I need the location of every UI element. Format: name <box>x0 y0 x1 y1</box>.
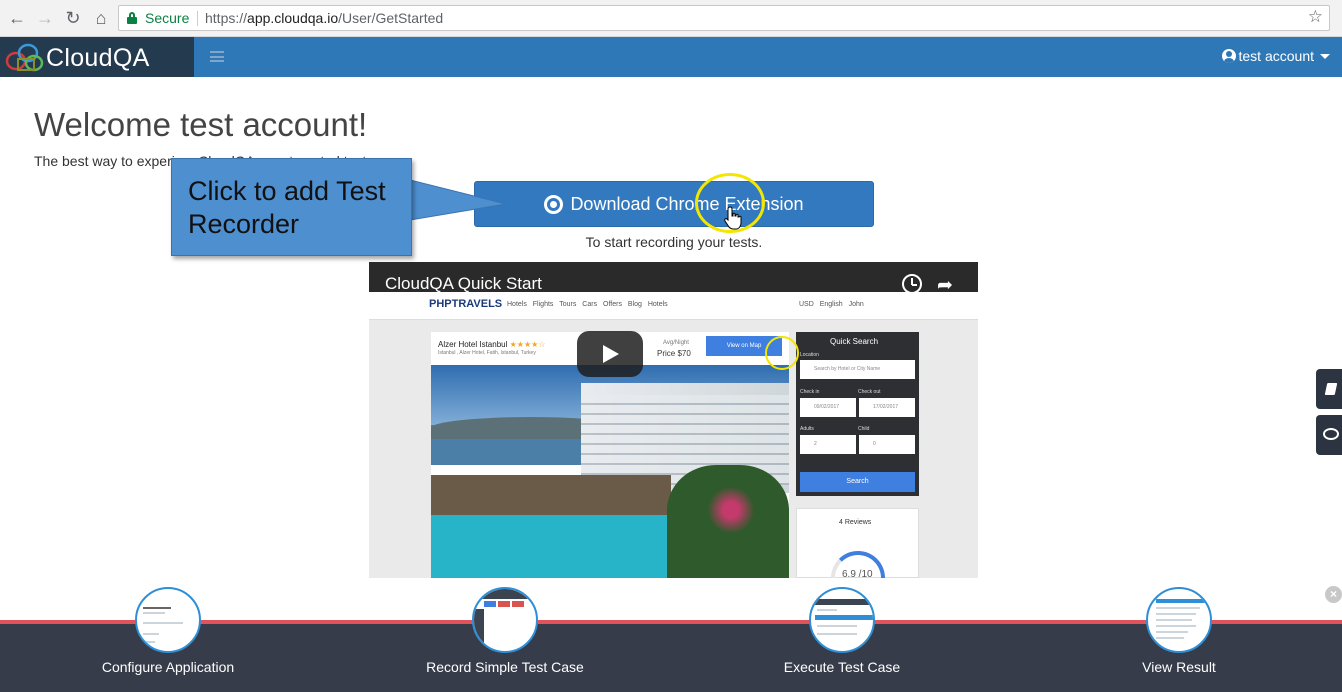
video-score: 6.9 /10 <box>842 569 873 578</box>
quick-start-video[interactable]: CloudQA Quick Start ➦ PHPTRAVELS Hotels … <box>369 262 978 578</box>
secure-label: Secure <box>145 10 190 26</box>
video-site-logo: PHPTRAVELS <box>429 298 503 310</box>
caret-down-icon <box>1320 54 1330 59</box>
video-title[interactable]: CloudQA Quick Start <box>385 274 542 294</box>
side-chat-widget[interactable] <box>1316 415 1342 455</box>
video-play-icon[interactable] <box>577 331 643 377</box>
address-bar[interactable]: Secure https://app.cloudqa.io/User/GetSt… <box>118 5 1330 31</box>
video-reviews-count: 4 Reviews <box>839 519 872 526</box>
step-record-simple-test-case[interactable]: Record Simple Test Case <box>395 587 615 692</box>
video-quick-search-title: Quick Search <box>830 337 879 346</box>
url-host: app.cloudqa.io <box>247 10 339 26</box>
url-scheme: https:// <box>205 10 248 26</box>
start-recording-text: To start recording your tests. <box>585 234 763 250</box>
video-child-select: 0 <box>859 435 915 454</box>
video-hotel-address: Istanbul , Alzer Hotel, Fatih, Istanbul,… <box>438 350 536 356</box>
hand-cursor-icon <box>724 206 742 230</box>
step-label: Configure Application <box>101 659 235 675</box>
video-hotel-name-text: Alzer Hotel Istanbul <box>438 340 508 349</box>
download-chrome-extension-button[interactable]: Download Chrome Extension <box>474 181 874 227</box>
bookmark-star-icon[interactable]: ☆ <box>1308 7 1323 27</box>
home-icon[interactable]: ⌂ <box>90 7 112 29</box>
app-header: CloudQA test account <box>0 37 1342 77</box>
step-configure-application[interactable]: Configure Application <box>58 587 278 692</box>
brand-name: CloudQA <box>46 44 150 72</box>
url-text[interactable]: https://app.cloudqa.io/User/GetStarted <box>205 10 443 26</box>
video-location-label: Location <box>800 352 819 358</box>
share-arrow-icon[interactable]: ➦ <box>937 274 953 297</box>
download-button-label: Download Chrome Extension <box>570 193 804 214</box>
video-site-right: USD English John <box>799 301 864 308</box>
video-hotel-stars: ★★★★☆ <box>509 340 546 349</box>
browser-toolbar: ← → ↻ ⌂ Secure https://app.cloudqa.io/Us… <box>0 0 1342 37</box>
video-checkout-field: 17/02/2017 <box>859 398 915 417</box>
callout-text: Click to add Test Recorder <box>188 176 386 239</box>
video-checkout-label: Check out <box>858 389 881 395</box>
page-title: Welcome test account! <box>34 106 368 143</box>
user-icon <box>1221 49 1236 63</box>
address-separator <box>197 11 198 26</box>
side-docs-widget[interactable] <box>1316 369 1342 409</box>
chat-icon <box>1323 428 1339 440</box>
forward-arrow-icon[interactable]: → <box>34 7 56 29</box>
video-site-nav: PHPTRAVELS Hotels Flights Tours Cars Off… <box>369 292 978 320</box>
video-adults-select: 2 <box>800 435 856 454</box>
video-location-field: Search by Hotel or City Name <box>800 360 915 379</box>
step-view-result[interactable]: View Result <box>1069 587 1289 692</box>
account-menu[interactable]: test account <box>1221 48 1330 64</box>
chrome-icon <box>544 194 564 214</box>
step-thumbnail <box>809 587 875 653</box>
step-thumbnail <box>135 587 201 653</box>
video-hotel-name: Alzer Hotel Istanbul ★★★★☆ <box>438 340 545 349</box>
video-checkin-field: 09/02/2017 <box>800 398 856 417</box>
video-avg-night: Avg/Night <box>663 340 689 346</box>
lock-icon <box>127 12 137 24</box>
video-hotel-photo <box>431 365 789 578</box>
book-icon <box>1324 383 1338 395</box>
video-quick-search-panel: Quick Search Location Search by Hotel or… <box>796 332 919 496</box>
video-cursor-highlight <box>765 336 799 370</box>
cloudqa-logo-icon <box>5 43 44 72</box>
video-child-label: Child <box>858 426 870 432</box>
step-label: View Result <box>1142 659 1216 675</box>
video-reviews-panel: 4 Reviews 6.9 /10 <box>796 508 919 578</box>
reload-icon[interactable]: ↻ <box>62 7 84 29</box>
step-label: Record Simple Test Case <box>426 659 584 675</box>
video-search-button: Search <box>800 472 915 492</box>
step-label: Execute Test Case <box>783 659 901 675</box>
callout-pointer <box>410 179 506 221</box>
video-adults-label: Adults <box>800 426 814 432</box>
video-site-links: Hotels Flights Tours Cars Offers Blog Ho… <box>507 301 668 308</box>
watch-later-clock-icon[interactable] <box>902 274 922 294</box>
step-thumbnail <box>472 587 538 653</box>
video-checkin-label: Check in <box>800 389 820 395</box>
brand[interactable]: CloudQA <box>0 37 194 77</box>
account-label: test account <box>1238 48 1315 64</box>
video-price: Price $70 <box>657 349 691 358</box>
url-path: /User/GetStarted <box>338 10 444 26</box>
step-thumbnail <box>1146 587 1212 653</box>
step-execute-test-case[interactable]: Execute Test Case <box>732 587 952 692</box>
back-arrow-icon[interactable]: ← <box>6 7 28 29</box>
tooltip-callout: Click to add Test Recorder <box>171 158 412 256</box>
close-stepper-icon[interactable]: × <box>1325 586 1342 603</box>
menu-toggle-hamburger-icon[interactable] <box>210 51 224 62</box>
